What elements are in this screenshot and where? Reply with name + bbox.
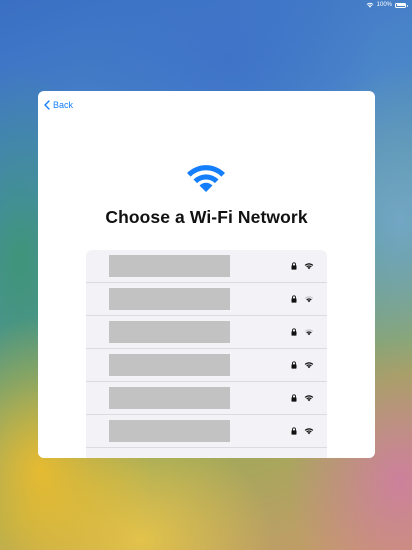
wifi-icon <box>366 2 374 8</box>
lock-icon <box>291 394 297 402</box>
back-button[interactable]: Back <box>44 100 73 110</box>
redacted-network-name <box>109 255 230 277</box>
wifi-icon <box>304 395 314 402</box>
wifi-icon <box>304 329 314 336</box>
network-list <box>86 250 327 458</box>
network-row[interactable] <box>86 349 327 382</box>
lock-icon <box>291 361 297 369</box>
lock-icon <box>291 427 297 435</box>
network-row[interactable] <box>86 415 327 448</box>
chevron-left-icon <box>44 100 50 110</box>
network-row[interactable] <box>86 250 327 283</box>
wifi-icon <box>187 165 225 192</box>
wifi-icon <box>304 428 314 435</box>
network-row[interactable] <box>86 283 327 316</box>
back-label: Back <box>53 100 74 110</box>
network-row[interactable] <box>86 316 327 349</box>
redacted-network-name <box>109 354 230 376</box>
redacted-network-name <box>109 387 230 409</box>
page-title: Choose a Wi-Fi Network <box>105 207 308 227</box>
lock-icon <box>291 262 297 270</box>
wifi-icon <box>304 263 314 270</box>
lock-icon <box>291 328 297 336</box>
redacted-network-name <box>109 288 230 310</box>
network-row[interactable] <box>86 382 327 415</box>
wifi-icon <box>304 362 314 369</box>
battery-icon <box>395 2 408 8</box>
redacted-network-name <box>109 420 230 442</box>
wifi-icon <box>304 296 314 303</box>
status-bar: 100% <box>366 0 408 10</box>
wifi-setup-sheet: Back Choose a Wi-Fi Network <box>38 91 375 458</box>
redacted-network-name <box>109 321 230 343</box>
battery-percentage: 100% <box>376 2 392 8</box>
lock-icon <box>291 295 297 303</box>
